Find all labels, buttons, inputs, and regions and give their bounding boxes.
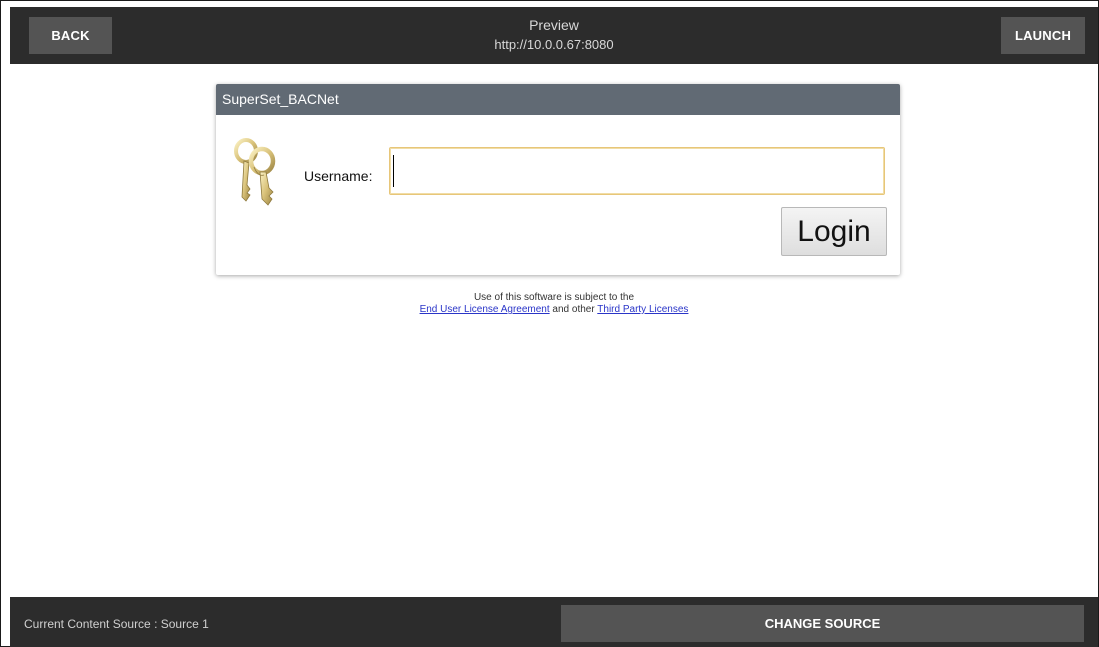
keys-icon (234, 138, 276, 206)
license-line: Use of this software is subject to the (473, 292, 635, 303)
content-area: SuperSet_BACNet Username: Login Use of t… (10, 64, 1098, 597)
login-button[interactable]: Login (781, 207, 887, 256)
current-source-text: Current Content Source : Source 1 (24, 617, 209, 631)
top-bar: BACK Preview http://10.0.0.67:8080 LAUNC… (10, 7, 1098, 64)
preview-url: http://10.0.0.67:8080 (494, 37, 614, 52)
third-party-licenses-link[interactable]: Third Party Licenses (597, 304, 688, 315)
dialog-header: SuperSet_BACNet (216, 84, 900, 115)
text-caret (393, 155, 394, 187)
dialog-title: SuperSet_BACNet (222, 91, 339, 107)
username-label: Username: (304, 168, 373, 184)
bottom-bar: Current Content Source : Source 1 CHANGE… (10, 597, 1098, 647)
launch-button[interactable]: LAUNCH (1001, 17, 1085, 54)
username-input[interactable] (389, 147, 885, 195)
license-links-line: End User License Agreement and other Thi… (10, 304, 1098, 316)
preview-title: Preview (529, 17, 579, 33)
change-source-button[interactable]: CHANGE SOURCE (561, 605, 1084, 642)
eula-link[interactable]: End User License Agreement (420, 304, 550, 315)
license-and-other: and other (549, 304, 598, 315)
license-notice: Use of this software is subject to the E… (10, 292, 1098, 316)
login-dialog: SuperSet_BACNet Username: Login (216, 84, 900, 275)
